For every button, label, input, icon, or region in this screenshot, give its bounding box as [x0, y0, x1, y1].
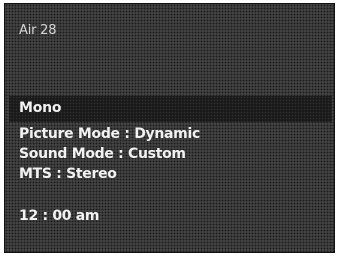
audio-mode-bar: Mono	[9, 96, 332, 122]
picture-mode-info: Picture Mode : Dynamic	[19, 126, 200, 142]
channel-label: Air 28	[19, 23, 57, 38]
clock-time: 12 : 00 am	[19, 208, 100, 224]
mts-info: MTS : Stereo	[19, 166, 117, 182]
audio-mode-label: Mono	[19, 100, 62, 116]
sound-mode-info: Sound Mode : Custom	[19, 146, 186, 162]
tv-screen: Air 28 Mono Picture Mode : Dynamic Sound…	[4, 3, 335, 253]
